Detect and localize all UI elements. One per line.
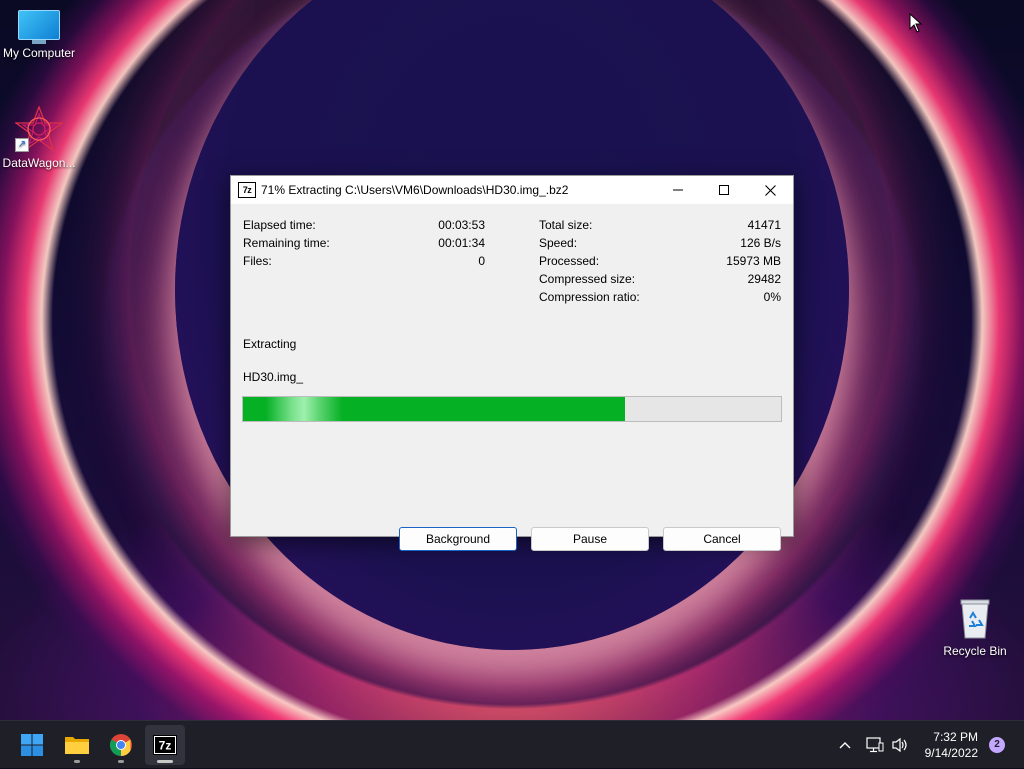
speed-value: 126 B/s bbox=[740, 236, 781, 250]
shortcut-arrow-icon: ↗ bbox=[15, 138, 29, 152]
tray-overflow-button[interactable] bbox=[838, 721, 852, 769]
desktop-icon-datawagon[interactable]: ↗ DataWagon... bbox=[0, 105, 79, 170]
elapsed-time-label: Elapsed time: bbox=[243, 218, 316, 232]
svg-text:7z: 7z bbox=[159, 739, 172, 753]
extraction-progress-bar bbox=[242, 396, 782, 422]
dialog-title: 71% Extracting C:\Users\VM6\Downloads\HD… bbox=[261, 183, 569, 197]
taskbar-chrome[interactable] bbox=[101, 725, 141, 765]
desktop-icon-my-computer[interactable]: My Computer bbox=[0, 10, 79, 60]
extraction-progress-dialog: 7z 71% Extracting C:\Users\VM6\Downloads… bbox=[230, 175, 794, 551]
background-button[interactable]: Background bbox=[399, 527, 517, 551]
compressed-size-label: Compressed size: bbox=[539, 272, 636, 286]
compression-ratio-value: 0% bbox=[763, 290, 781, 304]
taskbar: 7z 7:32 PM 9/14/2022 2 bbox=[0, 720, 1024, 768]
files-label: Files: bbox=[243, 254, 272, 268]
minimize-icon bbox=[673, 189, 683, 191]
file-explorer-icon bbox=[65, 737, 89, 754]
maximize-icon bbox=[719, 185, 729, 195]
maximize-button[interactable] bbox=[701, 176, 747, 204]
clock-time: 7:32 PM bbox=[933, 730, 978, 744]
dialog-titlebar[interactable]: 7z 71% Extracting C:\Users\VM6\Downloads… bbox=[231, 176, 793, 204]
status-text: Extracting bbox=[243, 337, 297, 351]
start-button[interactable] bbox=[12, 725, 52, 765]
total-size-label: Total size: bbox=[539, 218, 593, 232]
datawagon-star-icon: ↗ bbox=[13, 105, 65, 152]
close-icon bbox=[764, 184, 776, 196]
close-button[interactable] bbox=[747, 176, 793, 204]
monitor-icon bbox=[18, 10, 60, 44]
processed-value: 15973 MB bbox=[726, 254, 781, 268]
cancel-button[interactable]: Cancel bbox=[663, 527, 781, 551]
volume-control[interactable] bbox=[891, 721, 909, 769]
mouse-cursor-icon bbox=[909, 12, 923, 38]
progress-bar-fill bbox=[243, 397, 625, 421]
compressed-size-value: 29482 bbox=[747, 272, 781, 286]
desktop: My Computer ↗ DataWagon... Recycle Bin 7… bbox=[0, 0, 1024, 720]
desktop-icon-label: My Computer bbox=[2, 46, 76, 60]
remaining-time-label: Remaining time: bbox=[243, 236, 330, 250]
speed-label: Speed: bbox=[539, 236, 578, 250]
files-value: 0 bbox=[478, 254, 485, 268]
windows-start-icon bbox=[21, 734, 43, 756]
network-status[interactable] bbox=[866, 721, 884, 769]
recycle-bin-icon bbox=[957, 598, 993, 640]
compression-ratio-label: Compression ratio: bbox=[539, 290, 640, 304]
7zip-icon: 7z bbox=[153, 735, 177, 755]
total-size-value: 41471 bbox=[747, 218, 781, 232]
remaining-time-value: 00:01:34 bbox=[438, 236, 485, 250]
processed-label: Processed: bbox=[539, 254, 600, 268]
chevron-up-icon bbox=[839, 742, 851, 749]
notification-badge[interactable]: 2 bbox=[989, 737, 1005, 753]
clock-date: 9/14/2022 bbox=[924, 746, 978, 760]
pause-button[interactable]: Pause bbox=[531, 527, 649, 551]
desktop-icon-recycle-bin[interactable]: Recycle Bin bbox=[935, 598, 1015, 658]
volume-icon bbox=[892, 737, 907, 753]
elapsed-time-value: 00:03:53 bbox=[438, 218, 485, 232]
network-icon bbox=[866, 737, 884, 753]
7zip-app-icon: 7z bbox=[238, 182, 256, 198]
minimize-button[interactable] bbox=[655, 176, 701, 204]
current-file-name: HD30.img_ bbox=[243, 370, 304, 384]
taskbar-file-explorer[interactable] bbox=[57, 725, 97, 765]
taskbar-7zip[interactable]: 7z bbox=[145, 725, 185, 765]
desktop-icon-label: DataWagon... bbox=[2, 156, 76, 170]
taskbar-clock[interactable]: 7:32 PM 9/14/2022 bbox=[925, 729, 978, 761]
chrome-icon bbox=[110, 734, 132, 756]
desktop-icon-label: Recycle Bin bbox=[943, 644, 1007, 658]
